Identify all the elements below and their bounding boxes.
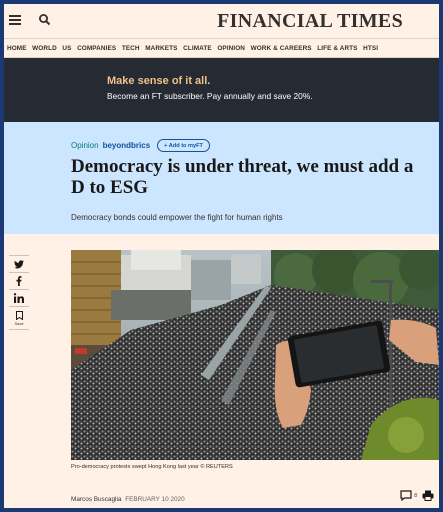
page-frame: FINANCIAL TIMES HOME WORLD US COMPANIES … <box>4 4 439 508</box>
nav-item-life-arts[interactable]: LIFE & ARTS <box>317 45 357 52</box>
facebook-icon <box>16 276 22 286</box>
site-header: FINANCIAL TIMES <box>4 4 439 38</box>
article-headline: Democracy is under threat, we must add a… <box>71 156 414 198</box>
nav-item-us[interactable]: US <box>62 45 71 52</box>
nav-item-climate[interactable]: CLIMATE <box>183 45 212 52</box>
section-link[interactable]: Opinion <box>71 141 99 150</box>
topic-link[interactable]: beyondbrics <box>103 141 151 150</box>
image-caption: Pro-democracy protests swept Hong Kong l… <box>71 464 233 470</box>
promo-title: Make sense of it all. <box>107 75 211 87</box>
share-facebook-button[interactable] <box>9 272 29 289</box>
twitter-icon <box>14 259 24 268</box>
nav-item-opinion[interactable]: OPINION <box>217 45 245 52</box>
nav-item-markets[interactable]: MARKETS <box>145 45 177 52</box>
nav-item-work-careers[interactable]: WORK & CAREERS <box>251 45 312 52</box>
site-logo[interactable]: FINANCIAL TIMES <box>217 10 403 33</box>
article-header: Opinion beyondbrics + Add to myFT Democr… <box>4 122 439 234</box>
protest-crowd-photo <box>71 250 439 460</box>
nav-item-home[interactable]: HOME <box>7 45 27 52</box>
comment-count[interactable]: 8 <box>414 493 417 499</box>
nav-item-world[interactable]: WORLD <box>32 45 57 52</box>
search-icon[interactable] <box>38 13 52 27</box>
print-icon[interactable] <box>422 490 434 501</box>
article-standfirst: Democracy bonds could empower the fight … <box>71 213 283 222</box>
share-toolbar: Save <box>9 255 29 330</box>
promo-subtitle: Become an FT subscriber. Pay annually an… <box>107 91 313 101</box>
nav-item-tech[interactable]: TECH <box>122 45 140 52</box>
article-tools: 8 <box>400 490 434 501</box>
nav-item-companies[interactable]: COMPANIES <box>77 45 116 52</box>
share-twitter-button[interactable] <box>9 255 29 272</box>
article-kicker: Opinion beyondbrics + Add to myFT <box>71 139 210 152</box>
save-label: Save <box>14 320 24 326</box>
publish-date: FEBRUARY 10 2020 <box>125 496 185 503</box>
hamburger-menu-icon[interactable] <box>9 15 21 25</box>
article-byline: Marcos Buscaglia FEBRUARY 10 2020 <box>71 496 185 503</box>
save-button[interactable]: Save <box>9 306 29 330</box>
main-nav: HOME WORLD US COMPANIES TECH MARKETS CLI… <box>4 38 439 58</box>
author-link[interactable]: Marcos Buscaglia <box>71 496 121 503</box>
linkedin-icon <box>14 293 24 303</box>
share-linkedin-button[interactable] <box>9 289 29 306</box>
subscription-banner[interactable]: Make sense of it all. Become an FT subsc… <box>4 58 439 122</box>
article-main-image <box>71 250 439 460</box>
add-to-myft-button[interactable]: + Add to myFT <box>157 139 210 152</box>
comments-icon[interactable] <box>400 490 412 501</box>
nav-item-htsi[interactable]: HTSI <box>363 45 378 52</box>
bookmark-icon <box>15 310 23 320</box>
